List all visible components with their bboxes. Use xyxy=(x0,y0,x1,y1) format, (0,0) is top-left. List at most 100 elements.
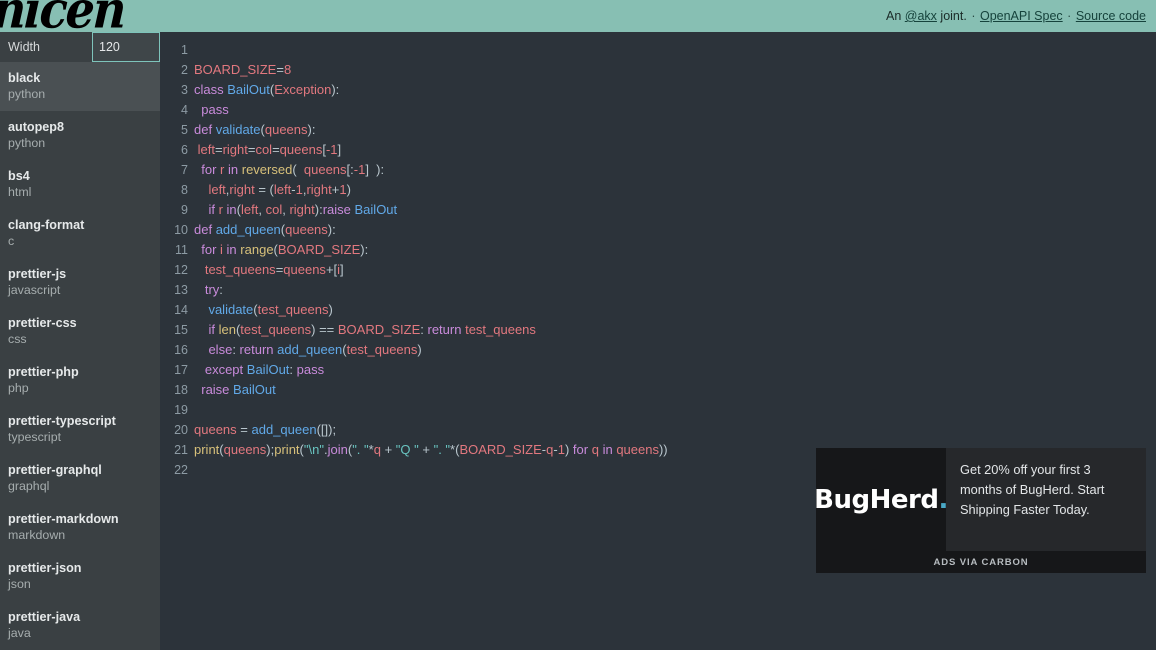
token-pn: ) xyxy=(346,182,351,197)
token-op: = xyxy=(272,142,280,157)
token-op: = xyxy=(214,142,223,157)
author-handle-link[interactable]: @akx xyxy=(905,9,937,23)
openapi-spec-link[interactable]: OpenAPI Spec xyxy=(980,9,1063,23)
byline-separator-1: · xyxy=(971,9,976,23)
token-bi: print xyxy=(274,442,300,457)
code-line-content[interactable]: validate(test_queens) xyxy=(194,300,1156,320)
ad-attribution[interactable]: ADS VIA CARBON xyxy=(816,551,1146,573)
code-line-content[interactable]: raise BailOut xyxy=(194,380,1156,400)
formatter-language: java xyxy=(8,625,31,640)
token-str: "Q " xyxy=(395,442,419,457)
formatter-item-prettier-js[interactable]: prettier-js javascript xyxy=(0,258,160,307)
formatter-name: prettier-markdown xyxy=(8,511,119,526)
line-number: 4 xyxy=(181,103,188,117)
formatter-item-autopep8[interactable]: autopep8 python xyxy=(0,111,160,160)
token-pn xyxy=(194,302,208,317)
code-line-content[interactable] xyxy=(194,40,1156,60)
code-line: 1 xyxy=(160,40,1156,60)
code-line-content[interactable]: if len(test_queens) == BOARD_SIZE: retur… xyxy=(194,320,1156,340)
formatter-language: json xyxy=(8,576,31,591)
app-logo[interactable]: nicen xyxy=(0,0,126,40)
token-kw: def xyxy=(194,122,213,137)
code-line: 13 try: xyxy=(160,280,1156,300)
line-number: 5 xyxy=(181,123,188,137)
code-line-content[interactable]: pass xyxy=(194,100,1156,120)
formatter-item-prettier-graphql[interactable]: prettier-graphql graphql xyxy=(0,454,160,503)
line-number: 1 xyxy=(181,43,188,57)
code-line-content[interactable]: except BailOut: pass xyxy=(194,360,1156,380)
code-line-content[interactable] xyxy=(194,400,1156,420)
formatter-item-prettier-css[interactable]: prettier-css css xyxy=(0,307,160,356)
token-pn: ): xyxy=(307,122,316,137)
token-num: 1 xyxy=(557,442,565,457)
code-line: 10 def add_queen(queens): xyxy=(160,220,1156,240)
code-line-content[interactable]: if r in(left, col, right):raise BailOut xyxy=(194,200,1156,220)
formatter-language: python xyxy=(8,136,46,151)
formatter-item-prettier-typescript[interactable]: prettier-typescript typescript xyxy=(0,405,160,454)
code-line-content[interactable]: left=right=col=queens[-1] xyxy=(194,140,1156,160)
width-setting-row: Width xyxy=(0,32,160,62)
code-line-content[interactable]: class BailOut(Exception): xyxy=(194,80,1156,100)
code-line: 15 if len(test_queens) == BOARD_SIZE: re… xyxy=(160,320,1156,340)
formatter-item-bs4[interactable]: bs4 html xyxy=(0,160,160,209)
source-code-link[interactable]: Source code xyxy=(1076,9,1146,23)
token-num: -1 xyxy=(353,162,366,177)
code-line-content[interactable]: BOARD_SIZE=8 xyxy=(194,60,1156,80)
code-line-content[interactable]: try: xyxy=(194,280,1156,300)
code-line-content[interactable]: for i in range(BOARD_SIZE): xyxy=(194,240,1156,260)
ad-image[interactable]: BugHerd. xyxy=(816,448,948,551)
code-line: 14 validate(test_queens) xyxy=(160,300,1156,320)
token-var: test_queens xyxy=(257,302,329,317)
token-var: Exception xyxy=(274,82,332,97)
carbon-ad[interactable]: BugHerd. Get 20% off your first 3 months… xyxy=(816,448,1146,573)
code-line: 17 except BailOut: pass xyxy=(160,360,1156,380)
sidebar: Width black python autopep8 python bs4 html cl… xyxy=(0,32,160,650)
formatter-item-prettier-php[interactable]: prettier-php php xyxy=(0,356,160,405)
code-line-content[interactable]: queens = add_queen([]); xyxy=(194,420,1156,440)
token-kw: in xyxy=(226,242,237,257)
line-number: 12 xyxy=(174,263,188,277)
formatter-name: clang-format xyxy=(8,217,85,232)
code-line: 19 xyxy=(160,400,1156,420)
token-kw: class xyxy=(194,82,224,97)
token-str: ". " xyxy=(433,442,451,457)
app-header: nicen An @akx joint. · OpenAPI Spec · So… xyxy=(0,0,1156,40)
code-line-content[interactable]: def add_queen(queens): xyxy=(194,220,1156,240)
code-line: 8 left,right = (left-1,right+1) xyxy=(160,180,1156,200)
bugherd-logo-name: BugHerd xyxy=(816,484,939,515)
formatter-item-clang-format[interactable]: clang-format c xyxy=(0,209,160,258)
formatter-item-black[interactable]: black python xyxy=(0,62,160,111)
token-bi: print xyxy=(194,442,220,457)
ad-copy[interactable]: Get 20% off your first 3 months of BugHe… xyxy=(960,460,1134,519)
line-number: 6 xyxy=(181,143,188,157)
token-kw: try xyxy=(204,282,220,297)
token-fn: BailOut xyxy=(246,362,290,377)
token-var: BOARD_SIZE xyxy=(277,242,361,257)
token-var: queens xyxy=(194,422,237,437)
token-pn: ] xyxy=(337,142,342,157)
token-fn: BailOut xyxy=(233,382,276,397)
token-pn xyxy=(194,322,208,337)
code-line: 18 raise BailOut xyxy=(160,380,1156,400)
code-line-content[interactable]: for r in reversed( queens[:-1] ): xyxy=(194,160,1156,180)
code-line-content[interactable]: else: return add_queen(test_queens) xyxy=(194,340,1156,360)
token-pn xyxy=(194,182,208,197)
code-line-content[interactable]: left,right = (left-1,right+1) xyxy=(194,180,1156,200)
token-var: col xyxy=(265,202,283,217)
formatter-item-prettier-markdown[interactable]: prettier-markdown markdown xyxy=(0,503,160,552)
formatter-name: prettier-java xyxy=(8,609,81,624)
width-input[interactable] xyxy=(92,32,160,62)
token-pn xyxy=(194,342,208,357)
bugherd-logo: BugHerd. xyxy=(816,485,948,515)
formatter-item-prettier-json[interactable]: prettier-json json xyxy=(0,552,160,601)
code-line: 11 for i in range(BOARD_SIZE): xyxy=(160,240,1156,260)
token-var: right xyxy=(306,182,332,197)
token-var: BOARD_SIZE xyxy=(459,442,542,457)
code-line-content[interactable]: def validate(queens): xyxy=(194,120,1156,140)
token-pn: ): xyxy=(314,202,323,217)
token-pn xyxy=(194,282,205,297)
token-var: left xyxy=(273,182,292,197)
token-pn: : xyxy=(232,342,240,357)
formatter-item-prettier-java[interactable]: prettier-java java xyxy=(0,601,160,650)
code-line-content[interactable]: test_queens=queens+[i] xyxy=(194,260,1156,280)
